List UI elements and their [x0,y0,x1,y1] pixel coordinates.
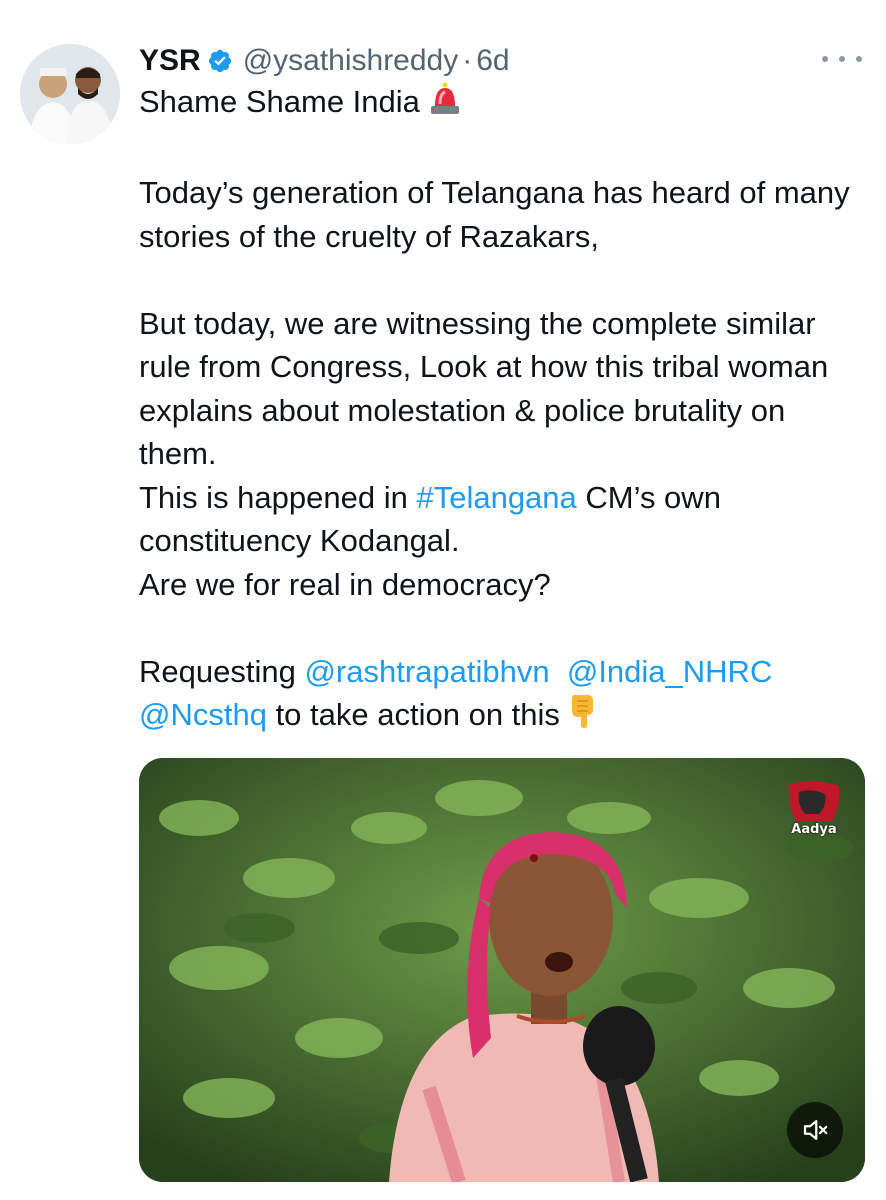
ellipsis-icon [839,56,845,62]
hashtag-telangana[interactable]: #Telangana [416,480,576,515]
more-options-button[interactable] [822,46,862,72]
tweet-timestamp[interactable]: 6d [476,44,509,78]
headline-text: Shame Shame India [139,84,420,119]
mute-toggle-button[interactable] [787,1102,843,1158]
aadya-logo: Aadya [781,778,847,848]
watermark-icon [788,781,840,822]
pointing-down-emoji [568,693,598,741]
tweet-paragraph-5: Requesting @rashtrapatibhvn @India_NHRC … [139,650,859,741]
video-frame [139,758,865,1182]
avatar-image [20,44,120,144]
author-display-name[interactable]: YSR [139,44,201,78]
police-siren-emoji [428,82,462,128]
author-avatar[interactable] [20,44,120,144]
mention-india-nhrc[interactable]: @India_NHRC [567,654,772,689]
tweet-line-headline: Shame Shame India [139,80,859,128]
separator-dot: · [462,44,473,77]
volume-muted-icon [803,1120,828,1140]
mention-rashtrapatibhvn[interactable]: @rashtrapatibhvn [304,654,549,689]
tweet-card[interactable]: YSR @ysathishreddy · 6d Shame Shame Indi… [0,0,886,1200]
tweet-paragraph-4: Are we for real in democracy? [139,566,551,602]
ellipsis-icon [822,56,828,62]
text-segment: Requesting [139,653,305,689]
tweet-paragraph-2: But today, we are witnessing the complet… [139,305,829,472]
watermark-text: Aadya [791,822,837,837]
verified-badge-icon [208,49,231,73]
author-handle[interactable]: @ysathishreddy [243,44,459,78]
tweet-header: YSR @ysathishreddy · 6d [139,38,510,84]
ellipsis-icon [856,56,862,62]
text-segment: This is happened in [139,479,417,515]
tweet-paragraph-1: Today’s generation of Telangana has hear… [139,175,850,254]
tweet-paragraph-3: This is happened in #Telangana CM’s own … [139,476,859,563]
video-player[interactable]: Aadya [139,758,865,1182]
tweet-text: Shame Shame India Today’s generation of … [139,80,859,741]
mention-ncsthq[interactable]: @Ncsthq [139,697,267,732]
text-segment: to take action on this [266,697,560,732]
